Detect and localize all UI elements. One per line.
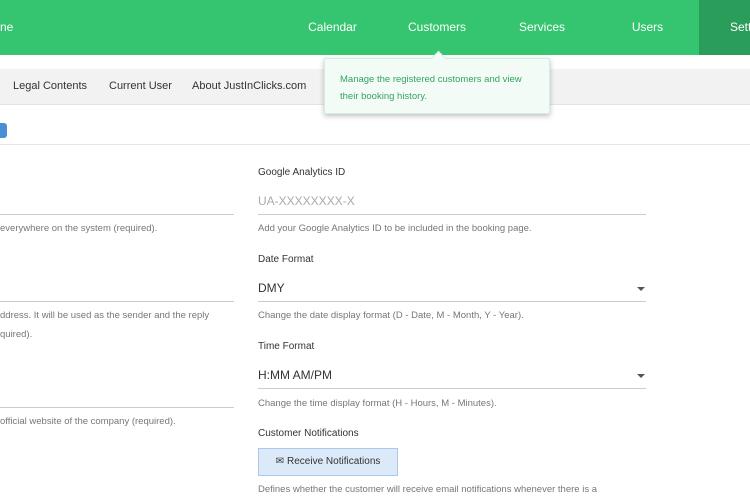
customers-tooltip: Manage the registered customers and view… (324, 50, 550, 114)
nav-customers[interactable]: Customers (382, 0, 492, 55)
receive-notifications-label: Receive Notifications (287, 456, 381, 467)
chevron-down-icon[interactable] (637, 374, 645, 378)
company-link-help: official website of the company (require… (0, 416, 176, 427)
nav-calendar[interactable]: Calendar (290, 0, 375, 55)
analytics-label: Google Analytics ID (258, 167, 346, 178)
nav-users[interactable]: Users (600, 0, 695, 55)
tab-about[interactable]: About JustInClicks.com (192, 69, 306, 104)
brand-link[interactable]: ne (0, 0, 13, 55)
chevron-down-icon[interactable] (637, 287, 645, 291)
company-name-help: everywhere on the system (required). (0, 223, 158, 234)
analytics-underline (258, 214, 646, 215)
date-format-select[interactable]: DMY (258, 281, 285, 295)
company-email-help-2: quired). (0, 329, 33, 340)
date-format-label: Date Format (258, 254, 314, 265)
date-format-help: Change the date display format (D - Date… (258, 310, 524, 321)
date-format-underline (258, 301, 646, 302)
divider (0, 144, 750, 145)
tooltip-line-1: Manage the registered customers and view (340, 74, 522, 85)
time-format-label: Time Format (258, 341, 315, 352)
company-link-underline (0, 407, 234, 408)
company-email-help-1: ddress. It will be used as the sender an… (0, 310, 210, 321)
customer-notifications-label: Customer Notifications (258, 428, 359, 439)
company-email-underline (0, 301, 234, 302)
envelope-icon: ✉ (275, 456, 284, 467)
tab-legal-contents[interactable]: Legal Contents (13, 69, 87, 104)
time-format-help: Change the time display format (H - Hour… (258, 398, 497, 409)
receive-notifications-button[interactable]: ✉ Receive Notifications (258, 448, 398, 476)
nav-settings[interactable]: Sett (699, 0, 750, 55)
analytics-help: Add your Google Analytics ID to be inclu… (258, 223, 532, 234)
company-name-underline (0, 214, 234, 215)
nav-services[interactable]: Services (492, 0, 592, 55)
save-button[interactable] (0, 123, 7, 138)
time-format-select[interactable]: H:MM AM/PM (258, 368, 332, 382)
customer-notifications-help: Defines whether the customer will receiv… (258, 484, 597, 495)
tab-current-user[interactable]: Current User (109, 69, 172, 104)
time-format-underline (258, 388, 646, 389)
tooltip-line-2: their booking history. (340, 91, 427, 102)
top-navbar: ne Calendar Customers Services Users Set… (0, 0, 750, 55)
analytics-input[interactable]: UA-XXXXXXXX-X (258, 194, 355, 208)
